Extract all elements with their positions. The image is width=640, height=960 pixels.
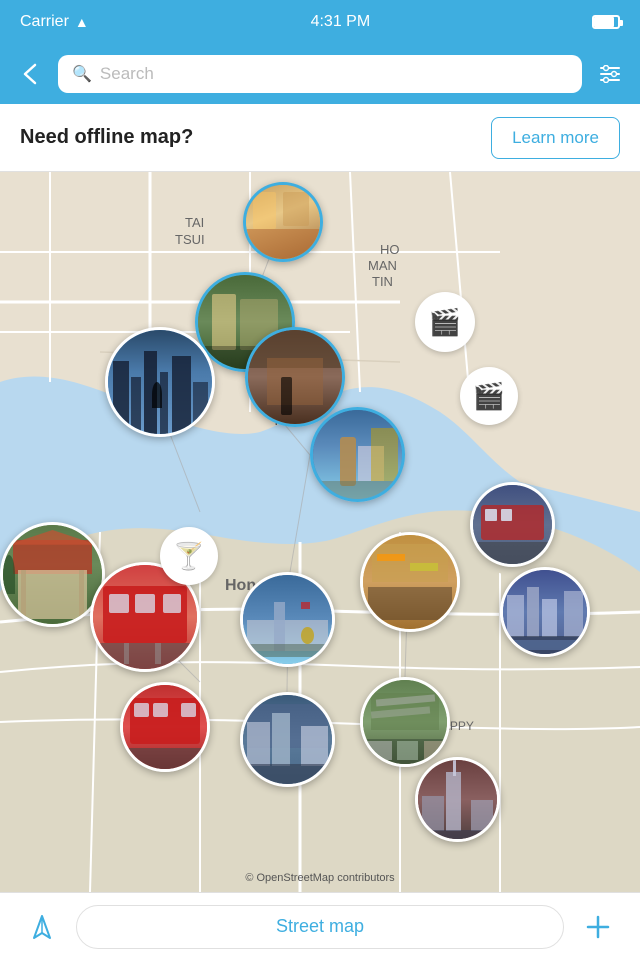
filter-button[interactable]: [592, 56, 628, 92]
svg-text:TIN: TIN: [372, 274, 393, 289]
photo-marker-13[interactable]: [240, 692, 335, 787]
search-placeholder: Search: [100, 64, 154, 84]
photo-marker-15[interactable]: [415, 757, 500, 842]
search-icon: 🔍: [72, 64, 92, 84]
photo-marker-10[interactable]: [470, 482, 555, 567]
status-bar: Carrier ▲ 4:31 PM: [0, 0, 640, 44]
film-marker-1[interactable]: 🎬: [415, 292, 475, 352]
photo-marker-3[interactable]: [105, 327, 215, 437]
carrier-label: Carrier: [20, 13, 69, 31]
copyright-notice: © OpenStreetMap contributors: [245, 872, 394, 884]
photo-marker-14[interactable]: [360, 677, 450, 767]
learn-more-button[interactable]: Learn more: [491, 117, 620, 159]
offline-text: Need offline map?: [20, 126, 193, 149]
film-marker-2[interactable]: 🎬: [460, 367, 518, 425]
add-button[interactable]: [576, 905, 620, 949]
photo-marker-5[interactable]: [310, 407, 405, 502]
cocktail-marker[interactable]: 🍸: [160, 527, 218, 585]
photo-marker-11[interactable]: [500, 567, 590, 657]
offline-banner: Need offline map? Learn more: [0, 104, 640, 172]
bottom-bar: Street map: [0, 892, 640, 960]
map-area[interactable]: TAI TSUI KUK HO MAN TIN TSI Hong Kong • …: [0, 172, 640, 892]
svg-text:TAI: TAI: [185, 215, 204, 230]
photo-marker-8[interactable]: [240, 572, 335, 667]
photo-marker-12[interactable]: [120, 682, 210, 772]
battery-icon: [592, 15, 620, 29]
photo-marker-1[interactable]: [243, 182, 323, 262]
time-label: 4:31 PM: [311, 13, 371, 31]
search-input-wrap[interactable]: 🔍 Search: [58, 55, 582, 93]
location-button[interactable]: [20, 905, 64, 949]
svg-text:HO: HO: [380, 242, 400, 257]
wifi-icon: ▲: [75, 14, 89, 30]
photo-marker-9[interactable]: [360, 532, 460, 632]
svg-text:MAN: MAN: [368, 258, 397, 273]
svg-text:TSUI: TSUI: [175, 232, 205, 247]
search-bar: 🔍 Search: [0, 44, 640, 104]
back-button[interactable]: [12, 56, 48, 92]
street-map-button[interactable]: Street map: [76, 905, 564, 949]
